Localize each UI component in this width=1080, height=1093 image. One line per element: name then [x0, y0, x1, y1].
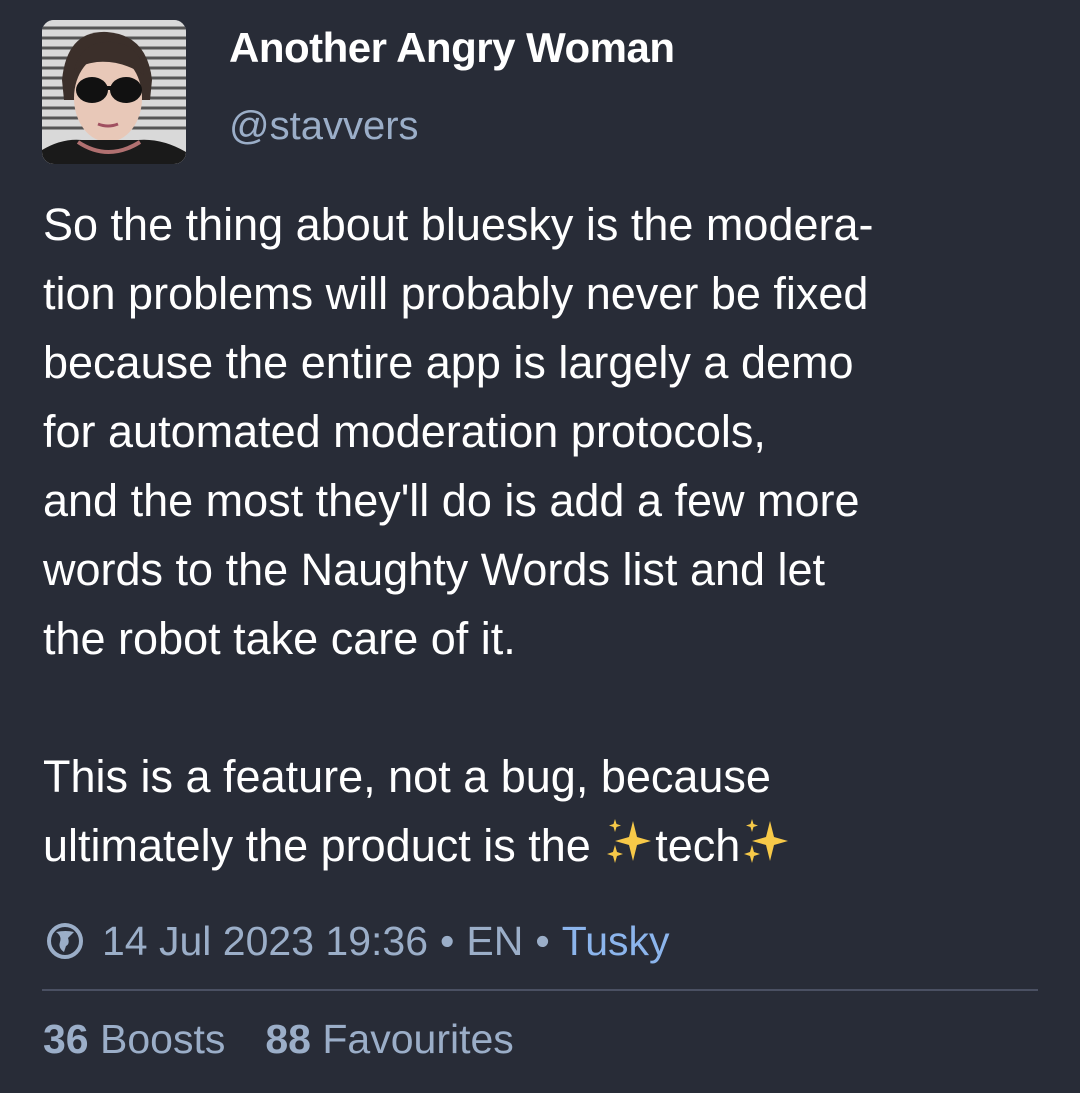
content-line: words to the Naughty Words list and let [43, 544, 826, 595]
sparkles-emoji-icon [744, 819, 789, 863]
content-line: because the entire app is largely a demo [43, 337, 854, 388]
favourites-label: Favourites [322, 1016, 514, 1062]
status-meta: 14 Jul 2023 19:36 • EN • Tusky [46, 913, 670, 969]
content-line: the robot take care of it. [43, 613, 516, 664]
content-line: for automated moderation protocols, [43, 406, 766, 457]
meta-separator: • [440, 917, 455, 964]
content-line: and the most they'll do is add a few mor… [43, 475, 860, 526]
content-line: ultimately the product is the tech [43, 811, 1043, 880]
content-text: tech [655, 820, 741, 871]
meta-separator: • [535, 917, 550, 964]
status-stats: 36 Boosts 88 Favourites [43, 1016, 554, 1063]
favourites-stat[interactable]: 88 Favourites [265, 1016, 513, 1063]
boosts-stat[interactable]: 36 Boosts [43, 1016, 225, 1063]
status-content: So the thing about bluesky is the modera… [43, 190, 1043, 880]
status-language: EN [466, 917, 524, 964]
account-handle[interactable]: @stavvers [229, 104, 419, 149]
avatar-photo [42, 20, 186, 164]
status-date[interactable]: 14 Jul 2023 19:36 [102, 918, 428, 965]
content-text: ultimately the product is the [43, 820, 604, 871]
divider [42, 989, 1038, 991]
display-name[interactable]: Another Angry Woman [229, 24, 675, 72]
content-line: This is a feature, not a bug, because [43, 751, 771, 802]
globe-icon [47, 923, 83, 959]
content-line: tion problems will probably never be fix… [43, 268, 869, 319]
application-link[interactable]: Tusky [562, 918, 670, 965]
sparkles-emoji-icon [607, 819, 652, 863]
boosts-count: 36 [43, 1016, 89, 1062]
avatar[interactable] [42, 20, 186, 164]
content-line: So the thing about bluesky is the modera… [43, 199, 874, 250]
boosts-label: Boosts [100, 1016, 226, 1062]
favourites-count: 88 [265, 1016, 311, 1062]
